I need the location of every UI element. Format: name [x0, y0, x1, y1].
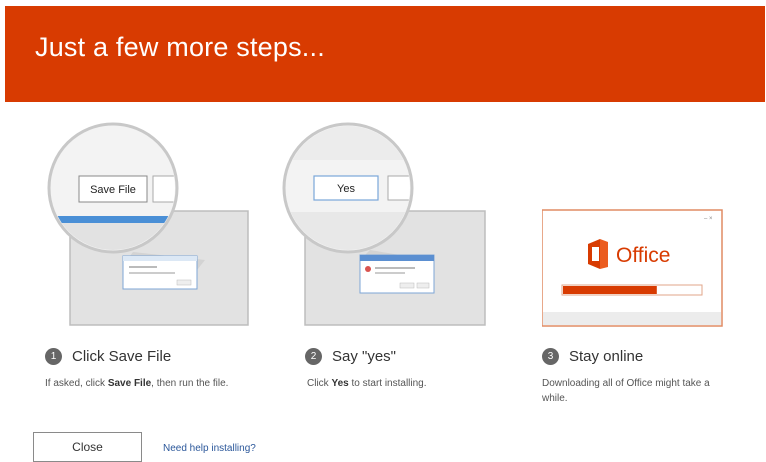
step-1: Save File 1 Click Save File If asked, cl… — [45, 120, 275, 420]
step-2-description: Click Yes to start installing. — [307, 378, 427, 389]
step-3: – × Office 3 Stay online Downloading all… — [542, 120, 766, 420]
step-number-badge: 3 — [542, 348, 559, 365]
step-3-illustration: – × Office — [542, 209, 723, 327]
step-2-illustration: Yes — [282, 122, 486, 326]
step-3-description: Downloading all of Office might take a w… — [542, 378, 710, 404]
step-2: Yes 2 Say "yes" Click Yes to start insta… — [280, 120, 510, 420]
step-3-title: Stay online — [569, 348, 644, 365]
svg-text:– ×: – × — [704, 216, 713, 222]
step-number-badge: 1 — [45, 348, 62, 365]
yes-callout-label: Yes — [337, 183, 355, 195]
page-title: Just a few more steps... — [35, 32, 325, 62]
save-file-callout-label: Save File — [90, 184, 136, 196]
header-banner: Just a few more steps... — [5, 6, 765, 102]
step-2-title: Say "yes" — [332, 348, 397, 365]
step-1-title-row: 1 Click Save File — [45, 348, 171, 365]
step-2-title-row: 2 Say "yes" — [305, 348, 396, 365]
step-number-badge: 2 — [305, 348, 322, 365]
step-1-description: If asked, click Save File, then run the … — [45, 378, 229, 389]
close-button[interactable]: Close — [33, 432, 142, 462]
office-app-name: Office — [616, 244, 670, 267]
office-logo-icon — [588, 239, 608, 269]
download-progress-fill — [563, 286, 657, 294]
step-3-title-row: 3 Stay online — [542, 348, 643, 365]
step-1-title: Click Save File — [72, 348, 172, 365]
step-1-illustration: Save File — [47, 122, 249, 326]
need-help-installing-link[interactable]: Need help installing? — [163, 443, 256, 454]
